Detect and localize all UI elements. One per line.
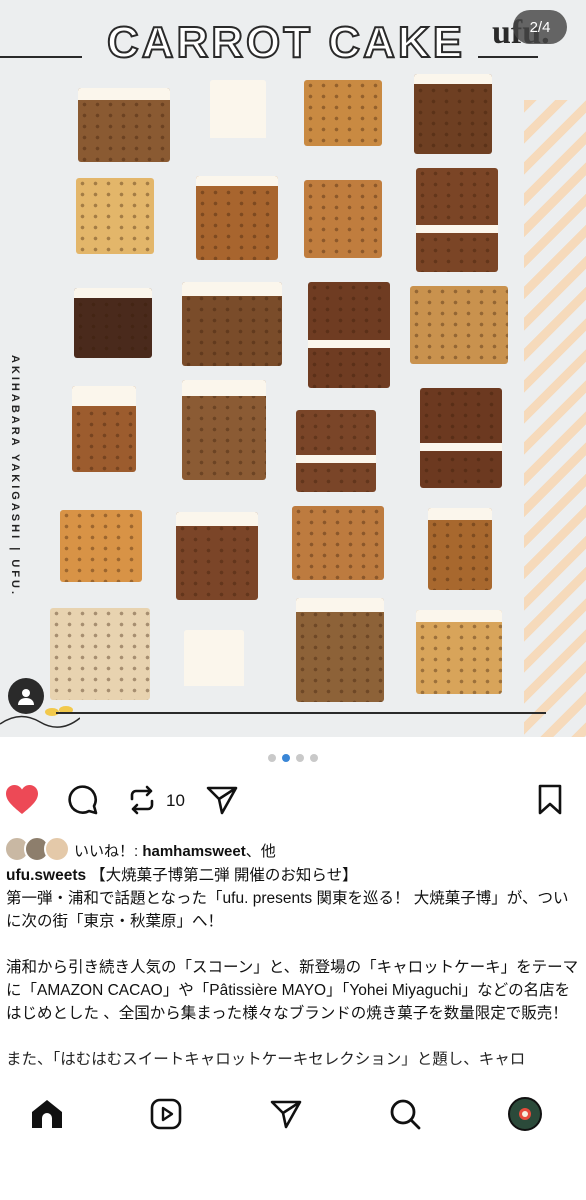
cake-piece [414,74,492,154]
likes-prefix: いいね！: [74,842,143,860]
nav-fade [0,1062,586,1082]
cake-piece [176,512,258,600]
cake-piece [428,508,492,590]
carousel-dot-active [282,754,290,762]
repost-icon [130,785,154,815]
page-counter: 2/4 [513,10,567,44]
bookmark-icon [538,784,562,815]
cake-piece [304,80,382,146]
vertical-caption: AKIHABARA YAKIGASHI | UFU. [9,354,21,598]
image-title: CARROT CAKE [106,17,466,68]
bookmark-button[interactable] [532,782,568,818]
carousel-indicator [0,754,586,762]
caption-username[interactable]: ufu.sweets [6,867,86,884]
likes-suffix: 、他 [245,842,276,860]
caption-paragraph-2: 浦和から引き続き人気の「スコーン」と、新登場の「キャロットケーキ」をテーマに「A… [6,959,579,1022]
cake-piece [292,506,384,580]
cake-piece [74,288,152,358]
cake-piece [78,88,170,162]
cake-piece [72,386,136,472]
carousel-dot [310,754,318,762]
post-image[interactable]: CARROT CAKE ufu. AKIHABARA YAKIGASHI | U… [0,0,586,737]
cake-piece [76,178,154,254]
liker-username[interactable]: hamhamsweet [142,843,245,860]
post-action-bar: 10 [0,776,586,824]
like-button[interactable] [4,782,40,818]
cake-piece [296,410,376,492]
cake-piece [304,180,382,258]
send-icon [270,1100,302,1129]
user-tag-icon [18,689,34,705]
reels-icon [150,1098,182,1130]
carousel-dot [268,754,276,762]
nav-messages[interactable] [264,1092,308,1136]
cake-piece [296,598,384,702]
repost-button[interactable] [124,782,160,818]
cake-piece [182,380,266,480]
carousel-dot [296,754,304,762]
cake-piece [416,168,498,272]
share-icon [206,786,238,815]
cake-piece [416,610,502,694]
likes-text: いいね！: hamhamsweet、他 [74,840,276,861]
nav-profile[interactable] [503,1092,547,1136]
nav-home[interactable] [25,1092,69,1136]
comment-button[interactable] [64,782,100,818]
home-icon [32,1100,62,1128]
bottom-navigation [0,1082,586,1200]
likes-row[interactable]: いいね！: hamhamsweet、他 [4,836,584,864]
comment-icon [68,785,98,815]
liker-avatars [4,836,74,864]
bottom-rule [56,712,546,714]
cake-piece [196,176,278,260]
profile-icon [508,1097,542,1131]
title-rule-right [478,56,538,58]
cake-piece [420,388,502,488]
nav-reels[interactable] [144,1092,188,1136]
caption-paragraph-1: 第一弾・浦和で話題となった「ufu. presents 関東を巡る！ 大焼菓子博… [6,890,569,930]
user-tag-button[interactable] [8,678,44,714]
cake-piece [50,608,150,700]
caption-first-line: ufu.sweets 【大焼菓子博第二弾 開催のお知らせ】 [6,864,582,887]
caption-headline: 【大焼菓子博第二弾 開催のお知らせ】 [90,867,358,884]
avatar [44,836,70,862]
search-icon [390,1099,421,1130]
decorative-stripes [524,100,586,737]
heart-icon [6,785,38,814]
cake-piece [182,282,282,366]
repost-count: 10 [166,791,185,810]
cake-piece [184,630,244,686]
nav-search[interactable] [383,1092,427,1136]
post-caption: ufu.sweets 【大焼菓子博第二弾 開催のお知らせ】 第一弾・浦和で話題とな… [6,864,582,1071]
cake-piece [60,510,142,582]
share-button[interactable] [204,782,240,818]
cake-piece [210,80,266,138]
title-rule-left [0,56,82,58]
cake-piece [410,286,508,364]
cake-piece [308,282,390,388]
